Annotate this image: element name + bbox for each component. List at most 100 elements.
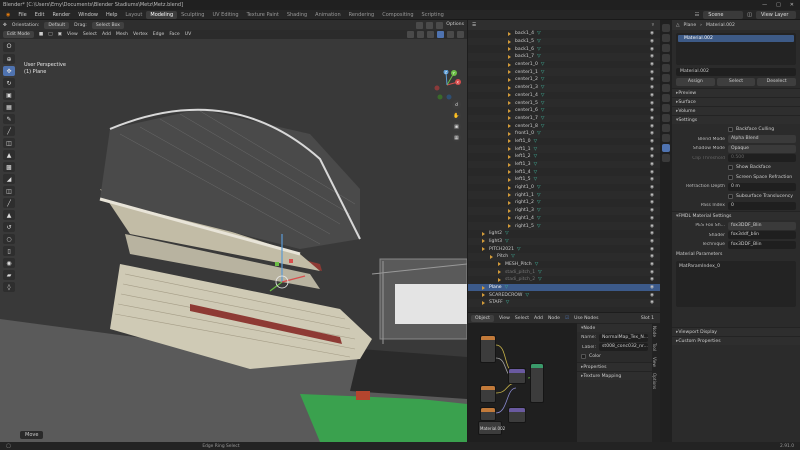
smooth-icon[interactable]: ○ [3, 234, 15, 244]
outliner-item[interactable]: SCAREDCROW ▽ ◉ [468, 291, 660, 299]
zoom-icon[interactable]: ☌ [452, 100, 461, 109]
outliner-item[interactable]: right1_1 ▽ ◉ [468, 191, 660, 200]
visibility-eye-icon[interactable]: ◉ [650, 285, 654, 290]
outliner-item[interactable]: right1_3 ▽ ◉ [468, 206, 660, 215]
output-node[interactable]: Material.002 [478, 421, 505, 435]
shader-node[interactable] [530, 363, 544, 403]
visibility-eye-icon[interactable]: ◉ [650, 170, 654, 175]
outliner-item[interactable]: left1_5 ▽ ◉ [468, 176, 660, 184]
scene-tab-icon[interactable] [662, 64, 670, 72]
viewport-menu-view[interactable]: View [67, 32, 78, 37]
node-color-checkbox[interactable] [581, 354, 586, 359]
visibility-eye-icon[interactable]: ◉ [650, 162, 654, 167]
outliner-item[interactable]: stadi_pitch_1 ▽ ◉ [468, 268, 660, 276]
node-color-row[interactable]: Color [581, 353, 648, 361]
visibility-eye-icon[interactable]: ◉ [650, 224, 654, 229]
outliner-item[interactable]: center1_2 ▽ ◉ [468, 76, 660, 84]
move-hint[interactable]: Move [20, 431, 44, 439]
surface-panel[interactable]: Surface [672, 97, 800, 106]
visibility-eye-icon[interactable]: ◉ [650, 277, 654, 282]
tab-tool[interactable]: Tool [652, 340, 657, 354]
outliner-item[interactable]: center1_1 ▽ ◉ [468, 68, 660, 77]
use-nodes-checkbox[interactable]: ☑ [565, 316, 569, 321]
tab-modeling[interactable]: Modeling [146, 10, 178, 19]
subsurface-checkbox[interactable] [728, 193, 733, 199]
bevel-icon[interactable]: ◢ [3, 174, 15, 184]
maximize-icon[interactable]: □ [776, 2, 781, 8]
outliner-item[interactable]: right1_2 ▽ ◉ [468, 199, 660, 207]
visibility-eye-icon[interactable]: ◉ [650, 270, 654, 275]
outliner-item[interactable]: front1_0 ▽ ◉ [468, 129, 660, 138]
visibility-eye-icon[interactable]: ◉ [650, 139, 654, 144]
node-mode-dropdown[interactable]: Object [471, 314, 494, 322]
viewport-menu-edge[interactable]: Edge [153, 32, 165, 37]
visibility-eye-icon[interactable]: ◉ [650, 31, 654, 36]
menu-render[interactable]: Render [48, 12, 74, 18]
settings-panel[interactable]: Settings [672, 115, 800, 124]
tool-tab-icon[interactable] [662, 24, 670, 32]
object-tab-icon[interactable] [662, 84, 670, 92]
pan-hand-icon[interactable]: ✋ [452, 111, 461, 120]
material-parameters-list[interactable]: MatParamIndex_0 [676, 261, 796, 307]
subsurface-row[interactable]: Subsurface Translucency [728, 192, 796, 200]
node-editor-canvas[interactable]: Material.002 [468, 313, 577, 442]
outliner-item[interactable]: PITCH2021 ▽ ◉ [468, 245, 660, 253]
visibility-eye-icon[interactable]: ◉ [650, 77, 654, 82]
outliner-item[interactable]: left1_0 ▽ ◉ [468, 138, 660, 146]
outliner-item[interactable]: center1_7 ▽ ◉ [468, 114, 660, 123]
material-slot-item[interactable]: Material.002 [678, 35, 794, 42]
shrink-icon[interactable]: ◉ [3, 258, 15, 268]
tab-layout[interactable]: Layout [121, 11, 146, 19]
cursor-icon[interactable]: ⊕ [3, 54, 15, 64]
visibility-eye-icon[interactable]: ◉ [650, 185, 654, 190]
overlay-icon[interactable] [407, 31, 414, 38]
visibility-eye-icon[interactable]: ◉ [650, 108, 654, 113]
tab-view[interactable]: View [652, 354, 657, 370]
viewport-display-panel[interactable]: Viewport Display [672, 327, 800, 336]
blend-mode-dropdown[interactable]: Alpha Blend [728, 135, 796, 143]
rip-icon[interactable]: ◊ [3, 282, 15, 292]
material-slot-list[interactable]: Material.002 [676, 33, 796, 65]
node-menu-node[interactable]: Node [548, 316, 560, 321]
outliner-item[interactable]: center1_6 ▽ ◉ [468, 107, 660, 115]
particles-tab-icon[interactable] [662, 104, 670, 112]
fmdl-panel[interactable]: FMDL Material Settings [672, 211, 800, 220]
visibility-eye-icon[interactable]: ◉ [650, 62, 654, 67]
ssr-checkbox[interactable] [728, 174, 733, 180]
constraints-tab-icon[interactable] [662, 124, 670, 132]
shader-field[interactable]: fox3ddf_blin [728, 231, 796, 239]
show-backface-checkbox[interactable] [728, 165, 733, 170]
outliner-item[interactable]: right1_5 ▽ ◉ [468, 222, 660, 230]
outliner-item[interactable]: light3 ▽ ◉ [468, 237, 660, 246]
outliner-item[interactable]: Plane ▽ ◉ [468, 283, 660, 292]
node-name-field[interactable]: NormalMap_Tex_N... [599, 333, 648, 342]
viewport-menu-add[interactable]: Add [102, 32, 111, 37]
mix-node[interactable] [508, 368, 526, 384]
texture-node[interactable] [480, 335, 496, 363]
menu-help[interactable]: Help [102, 12, 121, 18]
viewport-menu-uv[interactable]: UV [185, 32, 192, 37]
close-icon[interactable]: ✕ [790, 2, 794, 8]
slot-dropdown[interactable]: Slot 1 [641, 316, 660, 321]
visibility-eye-icon[interactable]: ◉ [650, 47, 654, 52]
pivot-icon[interactable] [416, 21, 424, 29]
scene-selector[interactable]: Scene [703, 10, 744, 19]
vertex-select-icon[interactable]: ■ [39, 32, 43, 37]
visibility-eye-icon[interactable]: ◉ [650, 85, 654, 90]
outliner-item[interactable]: center1_4 ▽ ◉ [468, 92, 660, 100]
outliner-item[interactable]: right1_4 ▽ ◉ [468, 215, 660, 223]
rendered-shading-icon[interactable] [457, 31, 464, 38]
viewport-menu-select[interactable]: Select [83, 32, 97, 37]
drag-dropdown[interactable]: Select Box [91, 21, 125, 29]
texture-tab-icon[interactable] [662, 154, 670, 162]
visibility-eye-icon[interactable]: ◉ [650, 300, 654, 305]
rotate-icon[interactable]: ↻ [3, 78, 15, 88]
visibility-eye-icon[interactable]: ◉ [650, 247, 654, 252]
outliner-item[interactable]: left1_1 ▽ ◉ [468, 145, 660, 153]
material-name-field[interactable]: Material.002 [676, 68, 796, 76]
visibility-eye-icon[interactable]: ◉ [650, 254, 654, 259]
visibility-eye-icon[interactable]: ◉ [650, 124, 654, 129]
navigation-gizmo[interactable]: X Y Z [432, 70, 462, 100]
visibility-eye-icon[interactable]: ◉ [650, 193, 654, 198]
tab-node[interactable]: Node [652, 323, 657, 340]
